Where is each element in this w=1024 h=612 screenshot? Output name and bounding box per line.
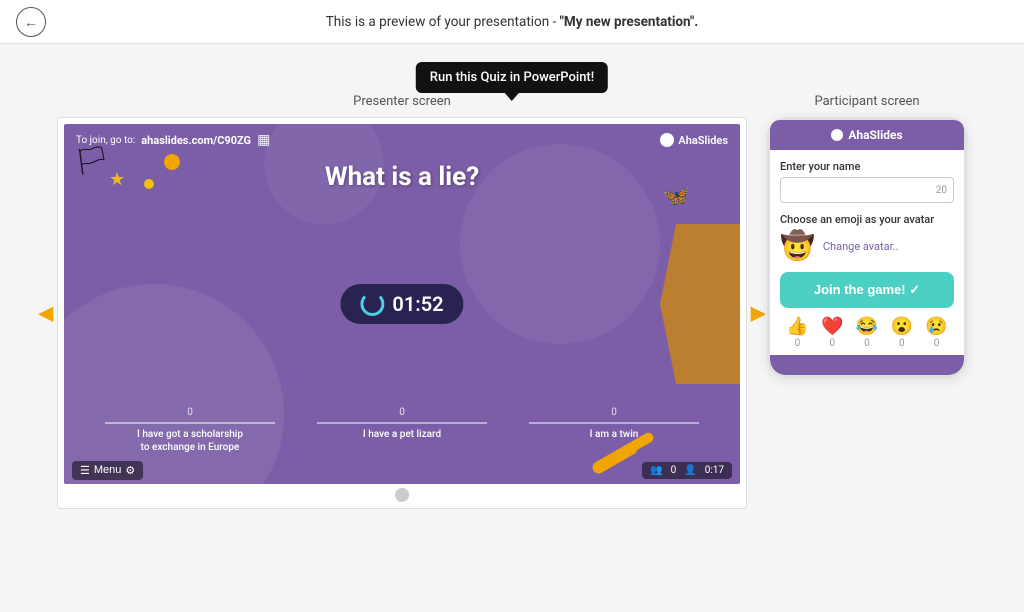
tooltip-arrow [505,93,519,101]
wow-count: 0 [899,338,905,349]
phone-frame: AhaSlides Enter your name 20 Choose an e… [767,117,967,378]
name-label: Enter your name [780,160,954,173]
deco-right [660,224,740,384]
slide-timer: 01:52 [340,284,463,324]
participant-label: Participant screen [814,94,919,109]
prev-slide-button[interactable]: ◀ [38,301,53,326]
slide-stats: 👥 0 👤 0:17 [642,462,732,479]
menu-icon: ☰ [80,464,90,477]
answer-1-count: 0 [84,407,296,418]
phone-emoji-section: Choose an emoji as your avatar 🤠 Change … [780,213,954,260]
main-area: Presenter screen ◀ ▶ 🏳 ★ 🦋 [0,84,1024,519]
phone-brand-name: AhaSlides [848,128,902,142]
stats-time: 0:17 [705,465,724,476]
answer-3-count: 0 [508,407,720,418]
timer-value: 01:52 [392,292,443,316]
settings-icon: ⚙ [125,464,135,477]
menu-label: Menu [94,464,122,476]
answer-2-count: 0 [296,407,508,418]
slide-question: What is a lie? [64,162,740,192]
avatar-row: 🤠 Change avatar.. [780,232,954,260]
tooltip-container: Run this Quiz in PowerPoint! [416,62,608,101]
presenter-section: Presenter screen ◀ ▶ 🏳 ★ 🦋 [57,94,747,509]
players-icon: 👥 [650,465,662,476]
laugh-icon: 😂 [856,318,878,336]
slide-frame: ◀ ▶ 🏳 ★ 🦋 To join, go to: [57,117,747,509]
thumbs-up-count: 0 [795,338,801,349]
answer-2-bar [317,422,487,424]
reaction-thumbs-up[interactable]: 👍 0 [786,318,808,349]
reaction-laugh[interactable]: 😂 0 [856,318,878,349]
projector-dot [395,488,409,502]
join-text: To join, go to: ahaslides.com/C90ZG ▦ [76,132,270,148]
slide-brand: AhaSlides [660,133,728,147]
slide-answer-2: 0 I have a pet lizard [296,407,508,454]
change-avatar-link[interactable]: Change avatar.. [823,240,899,253]
brand-logo-icon [660,133,674,147]
slide-top-bar: To join, go to: ahaslides.com/C90ZG ▦ Ah… [64,124,740,156]
slide-answers: 0 I have got a scholarshipto exchange in… [64,407,740,454]
reaction-sad[interactable]: 😢 0 [925,318,947,349]
phone-name-section: Enter your name 20 [780,160,954,203]
join-game-button[interactable]: Join the game! ✓ [780,272,954,308]
header: ← This is a preview of your presentation… [0,0,1024,44]
sad-count: 0 [934,338,940,349]
back-button[interactable]: ← [16,7,46,37]
players-count: 0 [671,465,677,476]
join-url: ahaslides.com/C90ZG [141,134,251,147]
timer-circle-icon [360,292,384,316]
answer-3-bar [529,422,699,424]
presentation-name: "My new presentation". [560,14,699,30]
avatar-emoji: 🤠 [780,232,815,260]
next-slide-button[interactable]: ▶ [751,301,766,326]
slide-bottom-bar: ☰ Menu ⚙ 👥 0 👤 0:17 [64,456,740,484]
participant-section: Participant screen AhaSlides Enter your … [767,94,967,378]
reaction-wow[interactable]: 😮 0 [891,318,913,349]
slide-answer-3: 0 I am a twin [508,407,720,454]
laugh-count: 0 [864,338,870,349]
back-arrow-icon: ← [24,14,38,30]
answer-3-label: I am a twin [508,428,720,441]
emoji-label: Choose an emoji as your avatar [780,213,954,226]
qr-icon: ▦ [257,132,270,148]
name-input-display[interactable]: 20 [780,177,954,203]
preview-text: This is a preview of your presentation -… [326,14,699,30]
menu-button[interactable]: ☰ Menu ⚙ [72,461,143,480]
reaction-heart[interactable]: ❤️ 0 [821,318,843,349]
sad-icon: 😢 [925,318,947,336]
heart-icon: ❤️ [821,318,843,336]
answer-1-bar [105,422,275,424]
phone-brand-logo-icon [831,129,843,141]
reaction-row: 👍 0 ❤️ 0 😂 0 😮 0 😢 0 [780,318,954,349]
phone-bottom-decoration [770,355,964,375]
slide-answer-1: 0 I have got a scholarshipto exchange in… [84,407,296,454]
char-count: 20 [936,185,947,196]
answer-1-label: I have got a scholarshipto exchange in E… [84,428,296,454]
slide-inner: 🏳 ★ 🦋 To join, go to: ahaslides.com/C90Z… [64,124,740,484]
answer-2-label: I have a pet lizard [296,428,508,441]
phone-top-bar: AhaSlides [770,120,964,150]
thumbs-up-icon: 👍 [786,318,808,336]
wow-icon: 😮 [891,318,913,336]
heart-count: 0 [829,338,835,349]
run-quiz-tooltip[interactable]: Run this Quiz in PowerPoint! [416,62,608,93]
person-icon: 👤 [684,465,696,476]
bg-circle-1 [64,284,284,484]
